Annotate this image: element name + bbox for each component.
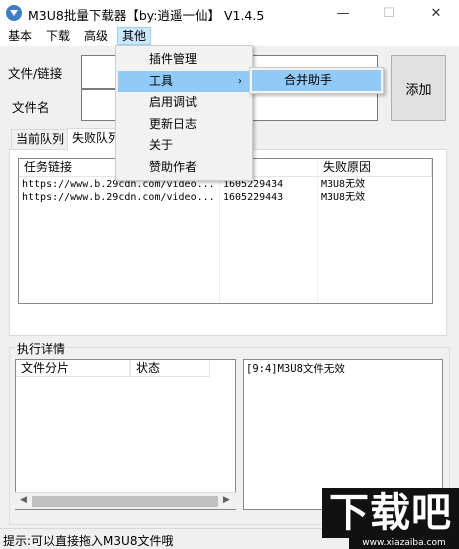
column-status[interactable]: 状态 bbox=[130, 360, 210, 377]
menu-advanced[interactable]: 高级 bbox=[80, 27, 112, 45]
segment-list-scrollbar[interactable]: ◀ ▶ bbox=[15, 492, 236, 509]
table-row[interactable]: https://www.b.29cdn.com/video... 1605229… bbox=[19, 191, 432, 204]
tools-submenu: 合并助手 bbox=[249, 67, 384, 94]
app-download-icon bbox=[6, 5, 22, 21]
segment-list-header: 文件分片 状态 bbox=[16, 360, 210, 377]
menu-bar: 基本 下载 高级 其他 bbox=[0, 26, 459, 46]
menu-item-changelog[interactable]: 更新日志 bbox=[118, 114, 250, 135]
log-line: [9:4]M3U8文件无效 bbox=[246, 363, 345, 375]
row-link: https://www.b.29cdn.com/video... bbox=[22, 192, 215, 203]
menu-item-merge-helper[interactable]: 合并助手 bbox=[252, 70, 381, 91]
row-reason: M3U8无效 bbox=[321, 192, 366, 203]
menu-basic[interactable]: 基本 bbox=[4, 27, 36, 45]
close-icon: ✕ bbox=[430, 5, 442, 21]
watermark-logo: 下载吧 bbox=[322, 488, 459, 538]
chevron-right-icon: › bbox=[238, 76, 242, 87]
url-label: 文件/链接 bbox=[8, 66, 63, 81]
window-title: M3U8批量下载器【by:逍遥一仙】 V1.4.5 bbox=[28, 8, 265, 23]
watermark-url: www.xiazaiba.com bbox=[349, 537, 459, 549]
menu-item-tools[interactable]: 工具 › bbox=[118, 71, 250, 92]
menu-item-enable-debug[interactable]: 启用调试 bbox=[118, 92, 250, 113]
menu-item-sponsor[interactable]: 赞助作者 bbox=[118, 157, 250, 178]
maximize-button[interactable]: ☐ bbox=[366, 0, 412, 26]
minimize-button[interactable]: — bbox=[320, 0, 366, 26]
row-name: 1605229443 bbox=[223, 192, 284, 203]
status-text: 提示:可以直接拖入M3U8文件哦 bbox=[3, 534, 174, 548]
menu-item-about[interactable]: 关于 bbox=[118, 135, 250, 156]
add-button[interactable]: 添加 bbox=[391, 55, 446, 121]
scrollbar-thumb[interactable] bbox=[32, 496, 218, 507]
row-reason: M3U8无效 bbox=[321, 179, 366, 190]
other-menu-dropdown: 插件管理 工具 › 启用调试 更新日志 关于 赞助作者 bbox=[115, 45, 253, 181]
menu-download[interactable]: 下载 bbox=[42, 27, 74, 45]
scroll-right-icon[interactable]: ▶ bbox=[223, 495, 230, 505]
menu-item-plugin-manager[interactable]: 插件管理 bbox=[118, 49, 250, 70]
filename-label: 文件名 bbox=[12, 100, 50, 115]
minimize-icon: — bbox=[336, 5, 350, 21]
menu-item-tools-label: 工具 bbox=[149, 74, 174, 88]
maximize-icon: ☐ bbox=[383, 5, 395, 21]
close-button[interactable]: ✕ bbox=[413, 0, 459, 26]
title-bar: M3U8批量下载器【by:逍遥一仙】 V1.4.5 — ☐ ✕ bbox=[0, 0, 459, 26]
execution-details-title: 执行详情 bbox=[15, 340, 68, 357]
segment-list[interactable]: 文件分片 状态 bbox=[15, 359, 236, 510]
column-fail-reason[interactable]: 失败原因 bbox=[318, 159, 432, 177]
scroll-left-icon[interactable]: ◀ bbox=[20, 495, 27, 505]
list-body: https://www.b.29cdn.com/video... 1605229… bbox=[19, 178, 432, 204]
tab-current-queue[interactable]: 当前队列 bbox=[11, 129, 70, 149]
column-file-segment[interactable]: 文件分片 bbox=[16, 360, 130, 377]
menu-other[interactable]: 其他 bbox=[117, 27, 152, 45]
